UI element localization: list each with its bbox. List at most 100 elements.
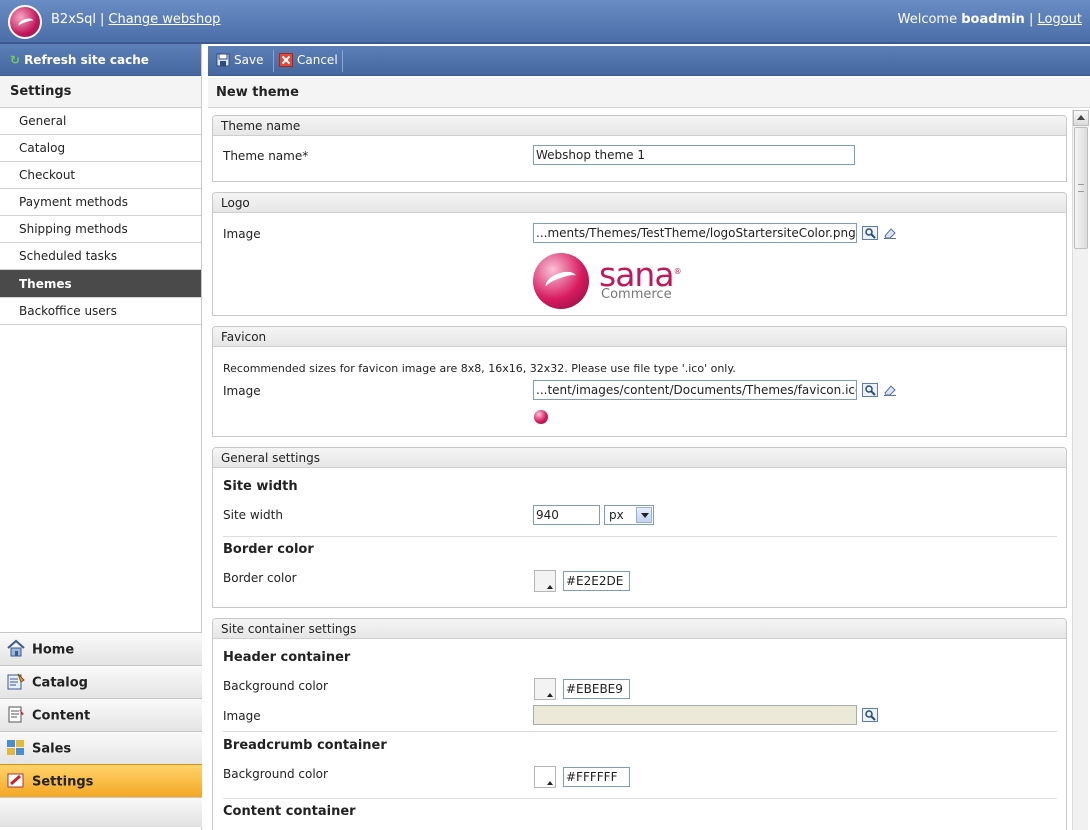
app-name: B2xSql xyxy=(51,12,96,27)
sidebar-item-general[interactable]: General xyxy=(0,108,201,135)
save-button[interactable]: Save xyxy=(216,53,263,68)
welcome-area: Welcome boadmin | Logout xyxy=(898,12,1082,27)
favicon-note: Recommended sizes for favicon image are … xyxy=(223,362,736,375)
sidebar-item-catalog[interactable]: Catalog xyxy=(0,135,201,162)
content-icon xyxy=(6,705,26,723)
header-image-input[interactable] xyxy=(533,705,857,725)
section-title: General settings xyxy=(213,448,1066,468)
logo-registered: ® xyxy=(673,267,682,276)
toolbar-separator xyxy=(342,50,343,72)
header-bg-input[interactable]: #EBEBE9 xyxy=(563,679,630,699)
browse-icon[interactable] xyxy=(862,383,878,397)
cancel-button[interactable]: Cancel xyxy=(279,52,338,68)
module-settings-label: Settings xyxy=(32,774,94,790)
divider xyxy=(223,536,1057,537)
sales-icon xyxy=(6,738,26,756)
eraser-icon[interactable] xyxy=(883,384,897,396)
sidebar: ↻ Refresh site cache Settings General Cat… xyxy=(0,44,202,830)
site-width-unit-select[interactable]: px xyxy=(604,505,654,525)
section-title: Site container settings xyxy=(213,619,1066,639)
home-icon xyxy=(6,639,26,657)
sidebar-footer xyxy=(0,797,202,827)
refresh-site-cache-button[interactable]: ↻ Refresh site cache xyxy=(0,44,201,76)
chevron-down-icon xyxy=(636,507,652,523)
breadcrumb-bg-swatch[interactable] xyxy=(534,766,556,788)
sidebar-item-checkout[interactable]: Checkout xyxy=(0,162,201,189)
site-width-label: Site width xyxy=(223,508,283,522)
module-nav: Home Catalog Content Sales Settings xyxy=(0,632,202,827)
theme-name-label: Theme name* xyxy=(223,149,309,163)
divider xyxy=(223,731,1057,732)
module-home-label: Home xyxy=(32,642,75,658)
header-image-label: Image xyxy=(223,709,261,723)
logo-preview: sana® Commerce xyxy=(533,253,693,309)
settings-icon xyxy=(6,771,26,789)
sana-ball-icon xyxy=(533,253,589,309)
logout-link[interactable]: Logout xyxy=(1037,12,1082,27)
favicon-image-label: Image xyxy=(223,384,261,398)
settings-nav: General Catalog Checkout Payment methods… xyxy=(0,108,201,325)
cancel-icon xyxy=(279,52,293,67)
vertical-scrollbar[interactable] xyxy=(1072,110,1089,830)
eraser-icon[interactable] xyxy=(883,227,897,239)
module-catalog-label: Catalog xyxy=(32,675,88,691)
username: boadmin xyxy=(961,12,1025,27)
section-favicon: Favicon Recommended sizes for favicon im… xyxy=(212,326,1067,437)
logo-image-label: Image xyxy=(223,227,261,241)
save-icon xyxy=(216,53,230,67)
module-sales[interactable]: Sales xyxy=(0,731,202,764)
sidebar-item-shipping-methods[interactable]: Shipping methods xyxy=(0,216,201,243)
main-content: Theme name Theme name* Webshop theme 1 L… xyxy=(208,108,1072,830)
logo-image-input[interactable]: ...ments/Themes/TestTheme/logoStartersit… xyxy=(533,223,857,243)
welcome-text: Welcome xyxy=(897,12,958,27)
app-title: B2xSql | Change webshop xyxy=(51,12,220,27)
module-settings[interactable]: Settings xyxy=(0,764,202,797)
sidebar-item-themes[interactable]: Themes xyxy=(0,270,201,298)
refresh-icon: ↻ xyxy=(10,53,21,67)
breadcrumb-bg-label: Background color xyxy=(223,767,328,781)
toolbar-separator xyxy=(273,50,274,72)
logo-subtitle: Commerce xyxy=(601,287,672,302)
sidebar-item-payment-methods[interactable]: Payment methods xyxy=(0,189,201,216)
scroll-thumb[interactable] xyxy=(1074,127,1088,249)
header-bg-swatch[interactable] xyxy=(534,678,556,700)
refresh-label: Refresh site cache xyxy=(24,53,149,67)
header-container-heading: Header container xyxy=(223,650,351,665)
separator: | xyxy=(1028,12,1034,27)
breadcrumb-container-heading: Breadcrumb container xyxy=(223,738,387,753)
section-logo: Logo Image ...ments/Themes/TestTheme/log… xyxy=(212,192,1067,316)
module-home[interactable]: Home xyxy=(0,632,202,665)
module-content-label: Content xyxy=(32,708,91,724)
scroll-up-icon[interactable] xyxy=(1073,110,1089,126)
header-bg-label: Background color xyxy=(223,679,328,693)
browse-icon[interactable] xyxy=(862,226,878,240)
border-color-heading: Border color xyxy=(223,542,314,557)
cancel-label: Cancel xyxy=(297,53,338,67)
content-container-heading: Content container xyxy=(223,804,356,819)
sana-logo-icon xyxy=(8,5,42,39)
top-header: B2xSql | Change webshop Welcome boadmin | … xyxy=(0,0,1090,44)
catalog-icon xyxy=(6,672,26,690)
browse-icon[interactable] xyxy=(862,708,878,722)
module-sales-label: Sales xyxy=(32,741,72,757)
favicon-image-input[interactable]: ...tent/images/content/Documents/Themes/… xyxy=(533,380,857,400)
border-color-swatch[interactable] xyxy=(534,570,556,592)
toolbar: Save Cancel xyxy=(208,46,1090,76)
change-webshop-link[interactable]: Change webshop xyxy=(108,12,220,27)
sidebar-item-scheduled-tasks[interactable]: Scheduled tasks xyxy=(0,243,201,270)
site-width-unit-value: px xyxy=(609,508,624,522)
breadcrumb-bg-input[interactable]: #FFFFFF xyxy=(563,767,630,787)
section-theme-name: Theme name Theme name* Webshop theme 1 xyxy=(212,115,1067,182)
border-color-label: Border color xyxy=(223,571,297,585)
site-width-heading: Site width xyxy=(223,479,298,494)
module-catalog[interactable]: Catalog xyxy=(0,665,202,698)
section-general-settings: General settings Site width Site width 9… xyxy=(212,447,1067,608)
module-content[interactable]: Content xyxy=(0,698,202,731)
header-separator: | xyxy=(100,12,105,27)
site-width-input[interactable]: 940 xyxy=(533,505,600,525)
section-title: Logo xyxy=(213,193,1066,213)
favicon-preview xyxy=(534,410,548,424)
sidebar-item-backoffice-users[interactable]: Backoffice users xyxy=(0,298,201,325)
theme-name-input[interactable]: Webshop theme 1 xyxy=(533,145,855,165)
border-color-input[interactable]: #E2E2DE xyxy=(563,571,630,591)
